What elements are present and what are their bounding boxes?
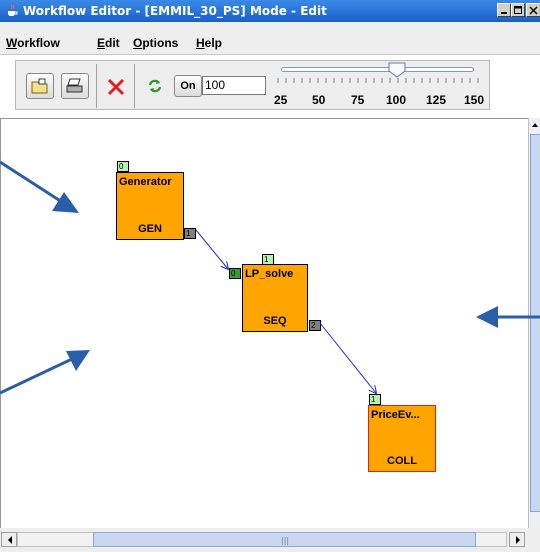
java-cup-icon	[8, 4, 18, 17]
zoom-tick-label: 25	[274, 93, 288, 107]
zoom-tick-label: 125	[426, 93, 447, 107]
toolbar-separator	[134, 64, 135, 108]
horizontal-scrollbar[interactable]: |||	[0, 528, 540, 552]
print-button[interactable]	[61, 73, 89, 99]
window-title: Workflow Editor - [EMMIL_30_PS] Mode - E…	[23, 4, 327, 18]
node-title: Generator	[119, 176, 172, 188]
node-lp-solve[interactable]: LP_solve SEQ	[242, 264, 308, 332]
menu-workflow[interactable]: Workflow	[6, 36, 60, 50]
node-title: LP_solve	[245, 268, 294, 280]
scroll-grip: |||	[281, 536, 290, 545]
lp-solve-output-port[interactable]: 2	[309, 320, 321, 331]
on-toggle-button[interactable]: On	[174, 75, 202, 97]
zoom-slider-ticks	[277, 78, 479, 83]
close-icon	[529, 6, 538, 15]
vertical-scroll-thumb[interactable]	[530, 134, 540, 512]
workflow-canvas[interactable]: 0 Generator GEN 1 1 0 LP_solve SEQ 2 1 P…	[0, 118, 528, 528]
refresh-button[interactable]	[141, 73, 169, 99]
open-folder-icon	[31, 78, 48, 94]
node-generator[interactable]: Generator GEN	[116, 172, 184, 240]
menu-help[interactable]: Help	[196, 36, 222, 50]
scroll-left-icon	[8, 536, 12, 544]
open-workflow-button[interactable]	[26, 73, 54, 99]
minimize-icon	[501, 12, 507, 14]
maximize-icon	[514, 6, 522, 14]
lp-solve-input-port[interactable]: 0	[229, 268, 241, 279]
refresh-icon	[148, 79, 162, 93]
title-bar: Workflow Editor - [EMMIL_30_PS] Mode - E…	[0, 0, 540, 22]
node-type: GEN	[138, 223, 162, 235]
scroll-right-icon	[516, 536, 520, 544]
print-icon	[66, 78, 83, 93]
menu-edit[interactable]: Edit	[97, 36, 120, 50]
toolbar: On 100 25 50 75 100 125 150	[15, 60, 490, 110]
zoom-input[interactable]: 100	[202, 76, 266, 95]
generator-output-port[interactable]: 1	[184, 228, 196, 239]
node-title: PriceEv...	[371, 409, 420, 421]
zoom-tick-label: 50	[312, 93, 326, 107]
zoom-tick-label: 150	[464, 93, 485, 107]
close-button[interactable]	[526, 3, 540, 17]
toolbar-separator	[96, 64, 97, 108]
vertical-scrollbar[interactable]	[528, 118, 540, 528]
menu-options[interactable]: Options	[133, 36, 178, 50]
zoom-slider-track[interactable]	[281, 67, 474, 72]
delete-button[interactable]	[101, 73, 129, 99]
node-type: SEQ	[263, 315, 287, 327]
maximize-button[interactable]	[511, 3, 525, 17]
zoom-tick-label: 75	[351, 93, 365, 107]
scroll-up-icon[interactable]	[529, 118, 540, 132]
minimize-button[interactable]	[497, 3, 511, 17]
node-priceev[interactable]: PriceEv... COLL	[368, 405, 436, 472]
node-type: COLL	[387, 455, 417, 467]
generator-input-port[interactable]: 0	[117, 161, 129, 172]
delete-x-icon	[107, 78, 125, 96]
priceev-input-port[interactable]: 1	[369, 394, 381, 405]
zoom-tick-label: 100	[386, 93, 407, 107]
menu-bar: Workflow Edit Options Help	[0, 22, 540, 55]
scroll-right-button[interactable]	[509, 532, 525, 547]
scroll-left-button[interactable]	[1, 532, 17, 547]
